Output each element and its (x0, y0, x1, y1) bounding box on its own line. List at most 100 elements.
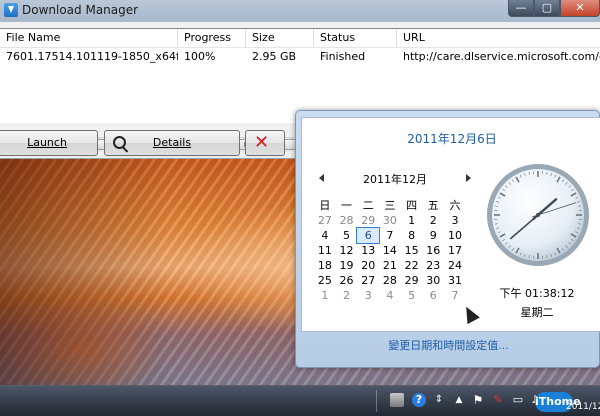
weekday-header: 四 (401, 198, 423, 213)
calendar-day[interactable]: 21 (379, 258, 401, 273)
calendar-day[interactable]: 2 (422, 213, 444, 228)
calendar-day[interactable]: 7 (379, 228, 401, 243)
calendar-day[interactable]: 25 (314, 273, 336, 288)
calendar-day[interactable]: 27 (357, 273, 379, 288)
calendar-week-row: 11121314151617 (314, 243, 466, 258)
calendar-day[interactable]: 5 (336, 228, 358, 243)
column-header-url[interactable]: URL (397, 29, 600, 47)
help-icon[interactable]: ? (412, 393, 426, 407)
calendar-day[interactable]: 2 (336, 288, 358, 303)
calendar-day[interactable]: 24 (444, 258, 466, 273)
calendar-day[interactable]: 30 (379, 213, 401, 228)
close-button[interactable]: ✕ (560, 0, 600, 17)
download-app-icon (4, 3, 18, 17)
calendar-day[interactable]: 18 (314, 258, 336, 273)
calendar-day[interactable]: 1 (401, 213, 423, 228)
clock-center (536, 213, 540, 217)
weekday-header: 五 (422, 198, 444, 213)
window-title: Download Manager (22, 3, 138, 17)
calendar-day[interactable]: 3 (357, 288, 379, 303)
calendar-week-row: 45678910 (314, 228, 466, 243)
calendar-day[interactable]: 31 (444, 273, 466, 288)
calendar-grid: 日 一 二 三 四 五 六 27282930123456789101112131… (314, 198, 466, 303)
cell-file-name: 7601.17514.101119-1850_x64f... (0, 48, 178, 66)
action-center-flag-icon[interactable]: ⚑ (471, 393, 485, 407)
weekday-header: 一 (336, 198, 358, 213)
magnifier-icon (113, 136, 126, 149)
wallpaper-shadow (0, 158, 170, 385)
minimize-button[interactable]: — (508, 0, 534, 17)
weekday-header: 六 (444, 198, 466, 213)
calendar-day[interactable]: 28 (379, 273, 401, 288)
printer-icon[interactable] (390, 393, 404, 407)
calendar-day[interactable]: 14 (379, 243, 401, 258)
calendar-day[interactable]: 13 (357, 243, 379, 258)
calendar-week-row: 27282930123 (314, 213, 466, 228)
details-button[interactable]: Details (104, 130, 240, 156)
datetime-panel: 2011年12月6日 2011年12月 日 一 二 三 四 五 六 272829… (301, 117, 600, 332)
maximize-button[interactable]: ▢ (534, 0, 560, 17)
calendar-day[interactable]: 11 (314, 243, 336, 258)
calendar-day[interactable]: 20 (357, 258, 379, 273)
calendar-day[interactable]: 7 (444, 288, 466, 303)
calendar-day[interactable]: 19 (336, 258, 358, 273)
calendar-day[interactable]: 23 (422, 258, 444, 273)
column-header-size[interactable]: Size (246, 29, 314, 47)
weekday-header: 二 (357, 198, 379, 213)
taskbar: ? ⇕ ▲ ⚑ ✎ ▭ ♪ iThome 2011/12/6 (0, 385, 600, 416)
weekday-header: 三 (379, 198, 401, 213)
calendar-day[interactable]: 8 (401, 228, 423, 243)
calendar-day[interactable]: 16 (422, 243, 444, 258)
long-date-link[interactable]: 2011年12月6日 (302, 130, 600, 147)
column-header-status[interactable]: Status (314, 29, 397, 47)
datetime-popup: 2011年12月6日 2011年12月 日 一 二 三 四 五 六 272829… (295, 110, 600, 368)
updown-icon[interactable]: ⇕ (432, 393, 446, 407)
calendar-day[interactable]: 30 (422, 273, 444, 288)
cell-status: Finished (314, 48, 397, 66)
calendar-day[interactable]: 6 (357, 228, 379, 243)
weekday-header: 日 (314, 198, 336, 213)
column-header-file-name[interactable]: File Name (0, 29, 178, 47)
change-datetime-link[interactable]: 變更日期和時間設定值... (296, 337, 600, 353)
column-header-progress[interactable]: Progress (178, 29, 246, 47)
cell-size: 2.95 GB (246, 48, 314, 66)
calendar-week-row: 1234567 (314, 288, 466, 303)
calendar-day[interactable]: 26 (336, 273, 358, 288)
cell-url: http://care.dlservice.microsoft.com/dl/.… (397, 48, 600, 66)
cell-progress: 100% (178, 48, 246, 66)
pen-icon[interactable]: ✎ (491, 393, 505, 407)
calendar-day[interactable]: 15 (401, 243, 423, 258)
calendar-day[interactable]: 6 (422, 288, 444, 303)
calendar-day[interactable]: 4 (314, 228, 336, 243)
calendar-day[interactable]: 4 (379, 288, 401, 303)
digital-time: 下午 01:38:12 (477, 285, 597, 301)
calendar-day[interactable]: 28 (336, 213, 358, 228)
network-monitor-icon[interactable]: ▭ (511, 393, 525, 407)
calendar-day[interactable]: 17 (444, 243, 466, 258)
calendar-day[interactable]: 3 (444, 213, 466, 228)
calendar-day[interactable]: 29 (357, 213, 379, 228)
show-hidden-icon[interactable]: ▲ (452, 393, 466, 407)
launch-label: Launch (27, 136, 67, 149)
taskbar-clock[interactable]: 2011/12/6 (566, 400, 600, 414)
tray-divider (376, 390, 377, 412)
calendar-day[interactable]: 5 (401, 288, 423, 303)
analog-clock (485, 162, 591, 268)
launch-button[interactable]: Launch (0, 130, 98, 156)
calendar-day[interactable]: 10 (444, 228, 466, 243)
calendar-day[interactable]: 29 (401, 273, 423, 288)
download-list[interactable]: File Name Progress Size Status URL 7601.… (0, 28, 600, 123)
calendar-day[interactable]: 27 (314, 213, 336, 228)
details-label: Details (153, 136, 191, 149)
calendar-week-row: 25262728293031 (314, 273, 466, 288)
next-month-icon[interactable] (466, 174, 471, 182)
weekday-label: 星期二 (477, 304, 597, 320)
delete-button[interactable]: ✕ (245, 130, 285, 156)
calendar-day[interactable]: 22 (401, 258, 423, 273)
calendar-day[interactable]: 12 (336, 243, 358, 258)
table-row[interactable]: 7601.17514.101119-1850_x64f... 100% 2.95… (0, 48, 600, 66)
calendar-day[interactable]: 1 (314, 288, 336, 303)
red-x-icon: ✕ (254, 133, 269, 153)
calendar-day[interactable]: 9 (422, 228, 444, 243)
calendar-month-title[interactable]: 2011年12月 (319, 171, 471, 187)
